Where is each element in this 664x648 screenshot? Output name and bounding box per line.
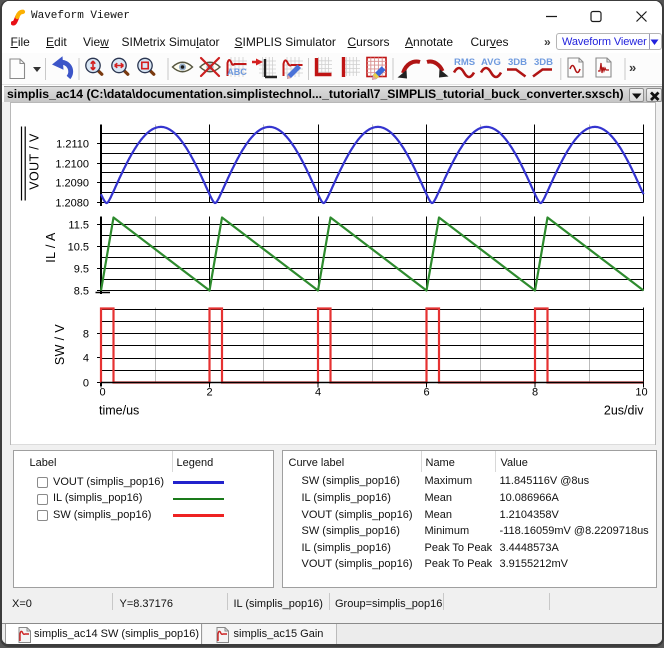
- svg-text:1.2100: 1.2100: [55, 159, 89, 171]
- svg-text:VOUT / V: VOUT / V: [28, 133, 42, 190]
- svg-text:1.2080: 1.2080: [55, 198, 89, 210]
- svg-text:8: 8: [83, 329, 89, 341]
- svg-text:1.2090: 1.2090: [55, 178, 89, 190]
- svg-text:0: 0: [99, 387, 105, 399]
- svg-text:2us/div: 2us/div: [604, 404, 644, 418]
- svg-text:4: 4: [315, 387, 321, 399]
- svg-text:1.2110: 1.2110: [56, 139, 89, 151]
- svg-text:10.5: 10.5: [68, 242, 89, 254]
- svg-text:3DB: 3DB: [534, 57, 553, 68]
- svg-text:8: 8: [532, 387, 538, 399]
- svg-text:9.5: 9.5: [74, 264, 89, 276]
- svg-text:6: 6: [423, 387, 429, 399]
- svg-text:»: »: [629, 60, 636, 75]
- svg-text:4: 4: [83, 353, 89, 365]
- svg-text:2: 2: [206, 387, 212, 399]
- svg-text:8.5: 8.5: [74, 286, 89, 298]
- svg-text:0: 0: [83, 378, 89, 390]
- svg-text:RMS: RMS: [454, 57, 475, 68]
- svg-text:3DB: 3DB: [508, 57, 527, 68]
- svg-text:ABC: ABC: [227, 67, 247, 77]
- svg-text:10: 10: [635, 387, 647, 399]
- svg-text:SW / V: SW / V: [53, 324, 67, 366]
- svg-text:AVG: AVG: [481, 57, 501, 68]
- svg-text:time/us: time/us: [99, 404, 139, 418]
- svg-text:11.5: 11.5: [68, 220, 89, 232]
- svg-text:IL / A: IL / A: [44, 232, 58, 263]
